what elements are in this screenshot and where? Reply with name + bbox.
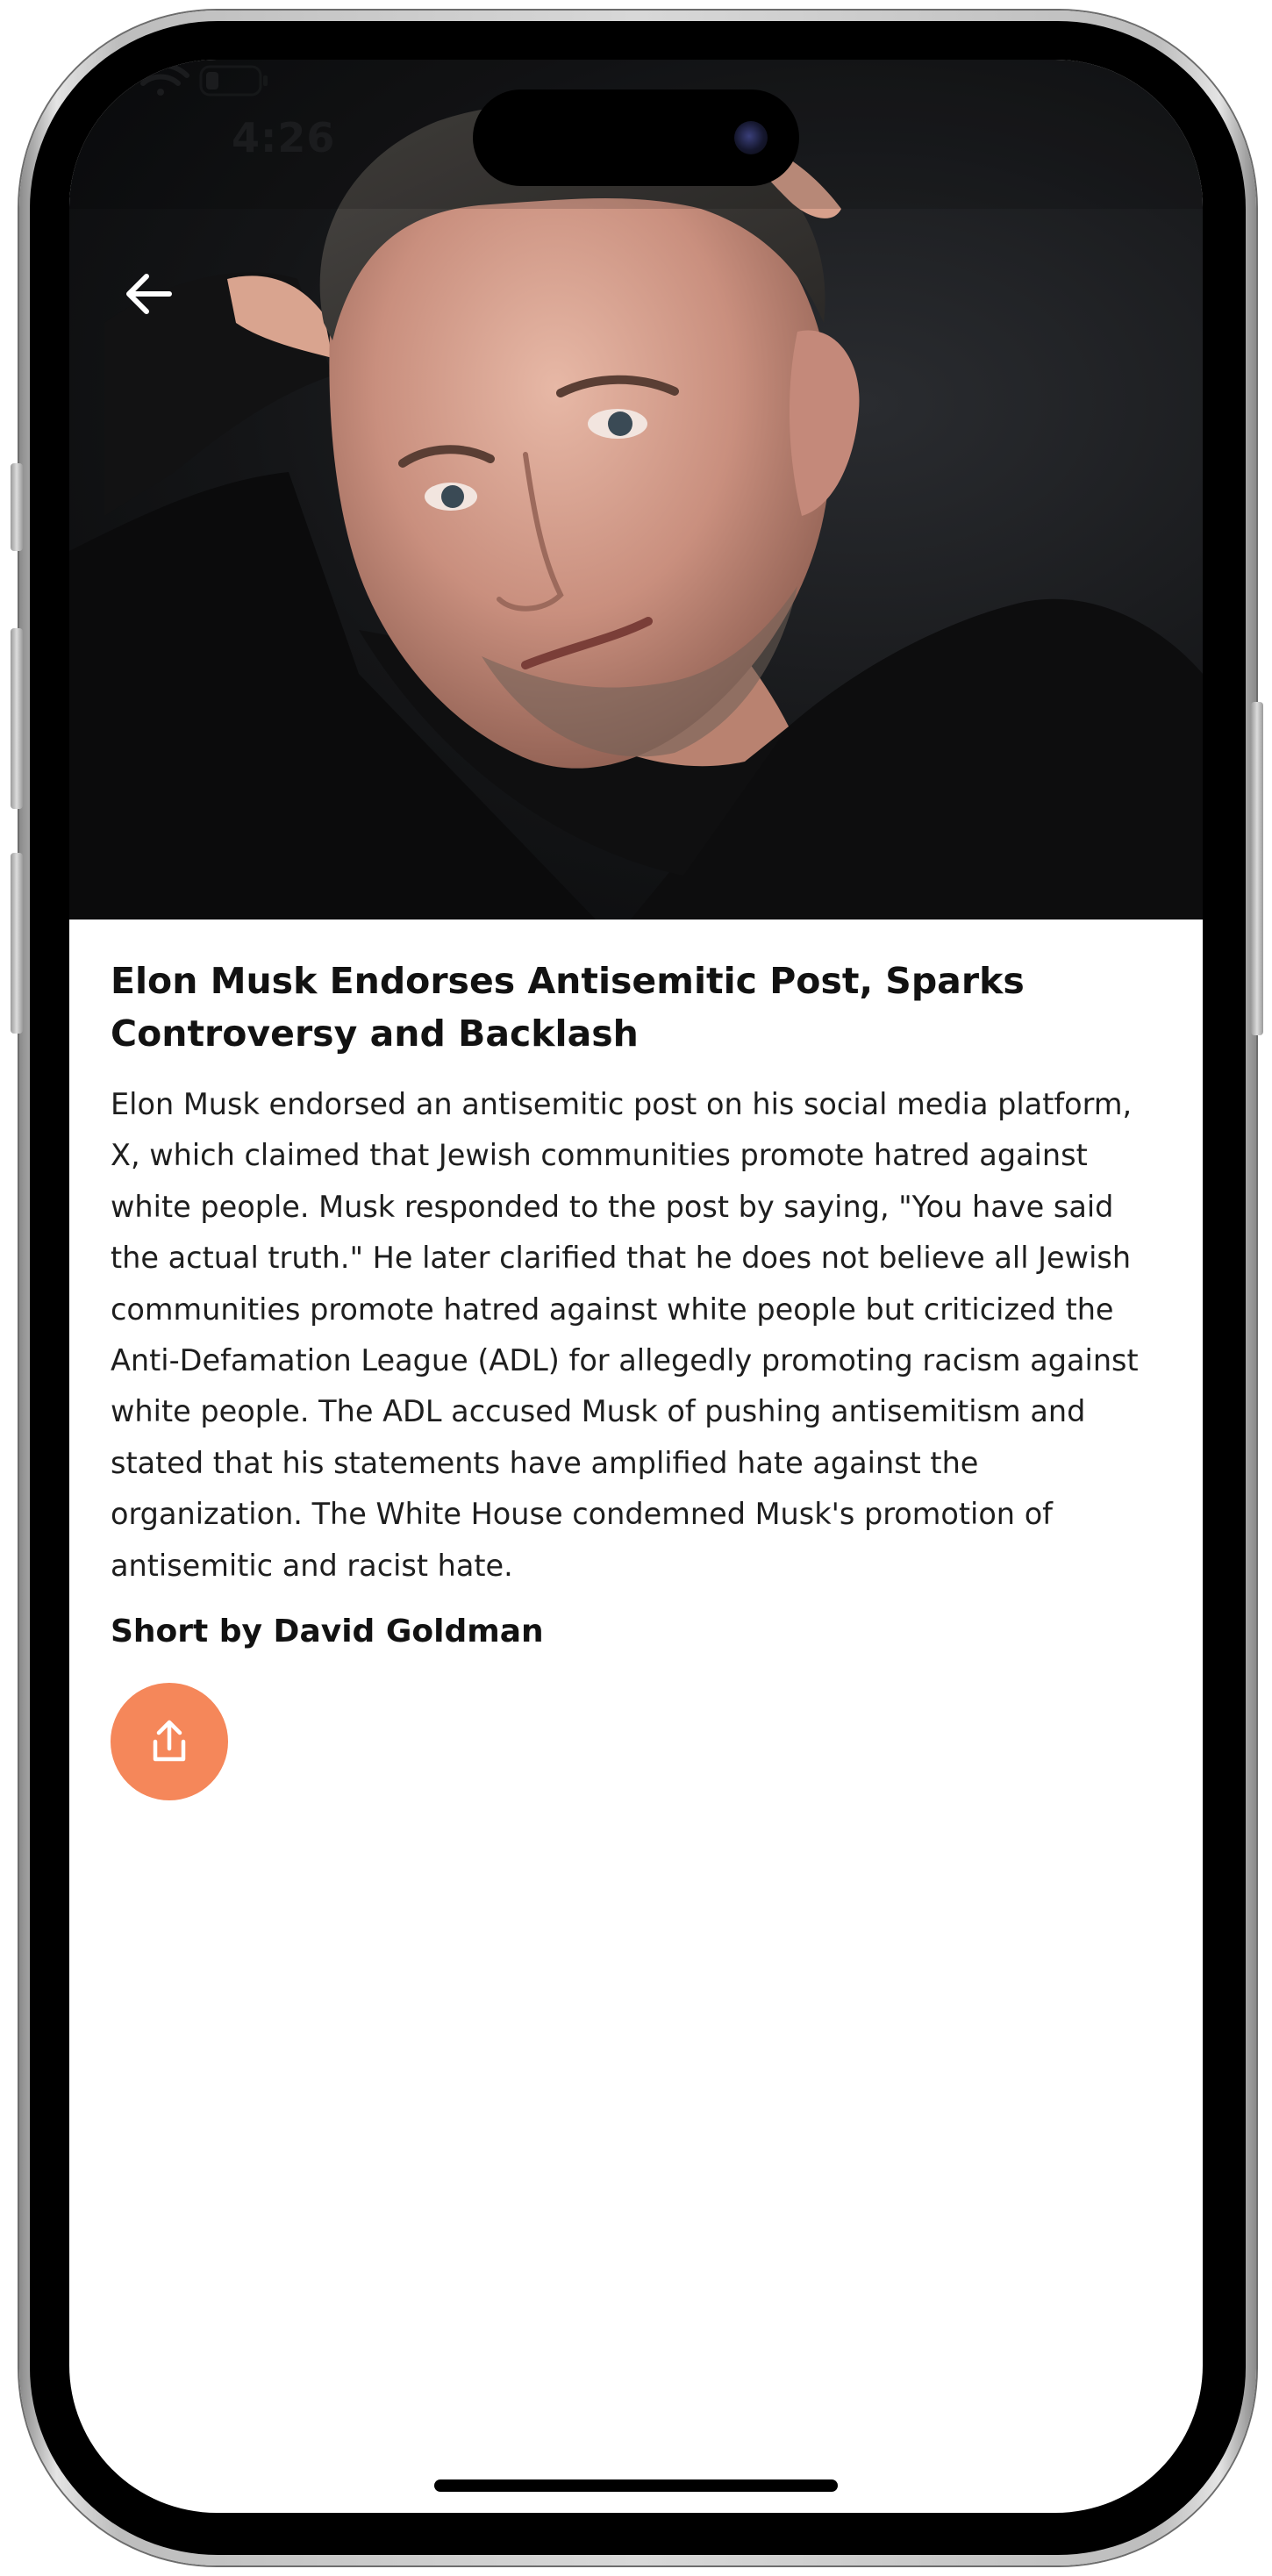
volume-down-button bbox=[11, 853, 23, 1034]
back-button[interactable] bbox=[120, 266, 190, 336]
front-camera-icon bbox=[734, 121, 768, 154]
screen: 4:26 Elon Musk Endorses Antisemitic Post… bbox=[69, 60, 1203, 2513]
portrait-illustration bbox=[69, 60, 1203, 919]
action-button bbox=[11, 463, 23, 551]
battery-icon bbox=[199, 65, 268, 97]
wifi-icon bbox=[132, 62, 189, 96]
article-title: Elon Musk Endorses Antisemitic Post, Spa… bbox=[111, 960, 1025, 1055]
cellular-signal-icon bbox=[69, 65, 114, 97]
article-hero-image: 4:26 bbox=[69, 60, 1203, 919]
arrow-left-icon bbox=[126, 274, 172, 314]
status-bar-time: 4:26 bbox=[232, 114, 336, 161]
article-byline: Short by David Goldman bbox=[111, 1614, 544, 1650]
article-body: Elon Musk endorsed an antisemitic post o… bbox=[111, 1087, 1139, 1583]
status-bar-icons bbox=[69, 62, 268, 97]
share-icon bbox=[153, 1720, 186, 1762]
article-content: Elon Musk Endorses Antisemitic Post, Spa… bbox=[111, 955, 1163, 1801]
power-button bbox=[1251, 702, 1263, 1035]
dynamic-island bbox=[473, 89, 799, 186]
volume-up-button bbox=[11, 628, 23, 809]
home-indicator[interactable] bbox=[434, 2479, 838, 2492]
share-button[interactable] bbox=[111, 1683, 228, 1801]
